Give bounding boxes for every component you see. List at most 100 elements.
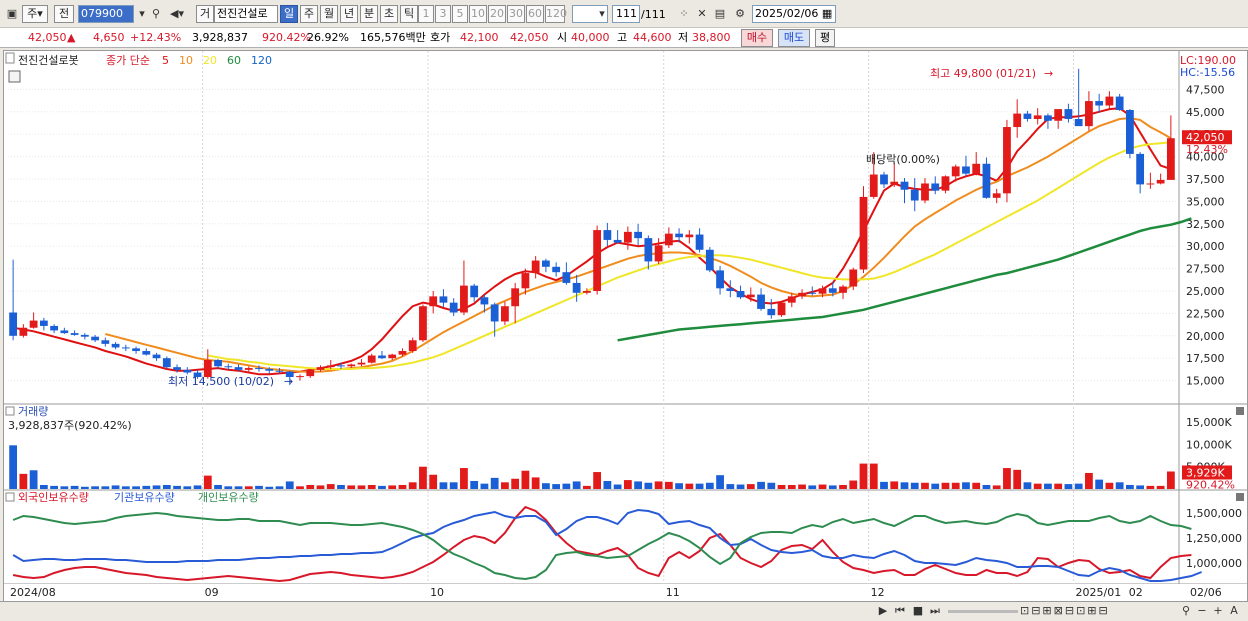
tool-icons[interactable]: ⊡⊟⊞⊠⊟⊡⊞⊟ bbox=[1020, 602, 1170, 620]
crosshair-icon[interactable]: ✕ bbox=[694, 5, 710, 23]
candle-body bbox=[1166, 138, 1175, 180]
candle-body bbox=[429, 296, 438, 307]
candle-body bbox=[951, 166, 960, 177]
last-icon[interactable]: ⏭ bbox=[928, 602, 942, 620]
minute-option-20[interactable]: 20 bbox=[488, 5, 506, 23]
candle-body bbox=[367, 355, 376, 363]
volume-bar bbox=[992, 485, 1001, 489]
candle-body bbox=[388, 354, 397, 359]
volume-current-pct: 920.42% bbox=[1186, 478, 1235, 491]
search-icon[interactable]: ⚲ bbox=[148, 5, 164, 23]
period-tab-5[interactable]: 초 bbox=[380, 5, 398, 23]
buy-button[interactable]: 매수 bbox=[741, 29, 773, 47]
volume-bar bbox=[767, 482, 776, 489]
candle-body bbox=[306, 369, 315, 377]
candle-body bbox=[337, 365, 345, 367]
stop-icon[interactable]: ■ bbox=[911, 602, 925, 620]
eval-button[interactable]: 평 bbox=[815, 29, 835, 47]
candle-body bbox=[644, 238, 653, 262]
window-icon[interactable]: ▣ bbox=[4, 5, 20, 23]
scroll-right-icon[interactable]: ▶ bbox=[876, 602, 890, 620]
gear-icon[interactable]: ⚙ bbox=[732, 5, 748, 23]
candle-body bbox=[787, 296, 796, 303]
candle-body bbox=[654, 245, 663, 262]
price-tick-label: 37,500 bbox=[1186, 173, 1225, 186]
volume-bar bbox=[255, 485, 263, 489]
zoom-icon[interactable]: ⚲ bbox=[1178, 602, 1194, 620]
volume: 3,928,837 bbox=[192, 31, 248, 44]
minute-option-10[interactable]: 10 bbox=[469, 5, 487, 23]
volume-bar bbox=[1115, 482, 1124, 489]
period-tab-1[interactable]: 주 bbox=[300, 5, 318, 23]
calendar-icon[interactable]: ▦ bbox=[822, 7, 832, 20]
candle-body bbox=[511, 288, 520, 307]
volume-bar bbox=[142, 485, 151, 489]
volume-bar bbox=[582, 485, 591, 489]
candle-body bbox=[70, 333, 79, 335]
minute-option-5[interactable]: 5 bbox=[452, 5, 468, 23]
volume-bar bbox=[449, 482, 458, 489]
stock-code-input[interactable]: 079900 bbox=[78, 5, 134, 23]
candle-body bbox=[91, 336, 99, 341]
candle-body bbox=[593, 230, 602, 291]
volume-bar bbox=[1023, 482, 1032, 489]
candle-body bbox=[685, 234, 694, 238]
flow-legend-1: 기관보유수량 bbox=[114, 491, 175, 504]
candle-body bbox=[736, 291, 745, 298]
minute-option-120[interactable]: 120 bbox=[545, 5, 567, 23]
text-size-icon[interactable]: A bbox=[1226, 602, 1242, 620]
bid-price: 42,050 bbox=[510, 31, 549, 44]
volume-bar bbox=[480, 483, 489, 489]
minute-option-3[interactable]: 3 bbox=[435, 5, 451, 23]
period-tab-3[interactable]: 년 bbox=[340, 5, 358, 23]
chart-bg bbox=[4, 51, 1247, 583]
volume-bar bbox=[203, 475, 212, 489]
volume-bar bbox=[542, 483, 550, 489]
minus-icon[interactable]: − bbox=[1194, 602, 1210, 620]
x-tick-label: 2025/01 bbox=[1076, 586, 1122, 599]
prev-button[interactable]: 전 bbox=[54, 5, 74, 23]
candle-body bbox=[39, 320, 48, 326]
first-icon[interactable]: ⏮ bbox=[893, 602, 907, 620]
period-type-label: 주 bbox=[27, 7, 38, 20]
volume-bar bbox=[623, 480, 632, 489]
speaker-icon[interactable]: ◀▾ bbox=[166, 5, 188, 23]
period-tab-0[interactable]: 일 bbox=[280, 5, 298, 23]
candle-body bbox=[1064, 109, 1073, 119]
candle-body bbox=[244, 368, 253, 370]
period-tab-2[interactable]: 월 bbox=[320, 5, 338, 23]
minute-option-60[interactable]: 60 bbox=[526, 5, 544, 23]
volume-bar bbox=[705, 482, 714, 489]
count-input[interactable]: 111 bbox=[612, 5, 640, 23]
date-input[interactable]: 2025/02/06 ▦ bbox=[752, 5, 836, 23]
candle-body bbox=[347, 364, 356, 367]
volume-bar bbox=[746, 484, 755, 489]
candle-body bbox=[275, 370, 284, 372]
volume-bar bbox=[316, 485, 325, 489]
candle-body bbox=[50, 325, 58, 331]
period-tab-4[interactable]: 분 bbox=[360, 5, 378, 23]
candle-body bbox=[839, 286, 847, 293]
max-arrow-icon: → bbox=[1044, 67, 1053, 80]
save-icon[interactable]: ▤ bbox=[712, 5, 728, 23]
range-dropdown-icon[interactable]: ▾ bbox=[594, 5, 610, 23]
period-tab-6[interactable]: 틱 bbox=[400, 5, 418, 23]
candle-body bbox=[1033, 115, 1042, 119]
volume-ratio: 920.42% bbox=[262, 31, 311, 44]
candle-body bbox=[623, 231, 632, 243]
sell-button[interactable]: 매도 bbox=[778, 29, 810, 47]
volume-bar bbox=[552, 484, 561, 489]
x-tick-label: 12 bbox=[871, 586, 885, 599]
plus-icon[interactable]: + bbox=[1210, 602, 1226, 620]
current-pct-label: 12.43% bbox=[1186, 143, 1228, 156]
volume-bar bbox=[880, 481, 888, 489]
minute-option-1[interactable]: 1 bbox=[418, 5, 434, 23]
ask-label: 호가 bbox=[430, 31, 451, 44]
period-type-select[interactable]: 주▾ bbox=[22, 5, 48, 23]
volume-bar bbox=[931, 483, 940, 489]
minute-option-30[interactable]: 30 bbox=[507, 5, 525, 23]
scroll-slider[interactable] bbox=[948, 610, 1018, 613]
trade-button[interactable]: 거 bbox=[196, 5, 214, 23]
grid-icon[interactable]: ⁘ bbox=[676, 5, 692, 23]
chart-area[interactable]: 47,50045,00042,50040,00037,50035,00032,5… bbox=[3, 50, 1248, 602]
